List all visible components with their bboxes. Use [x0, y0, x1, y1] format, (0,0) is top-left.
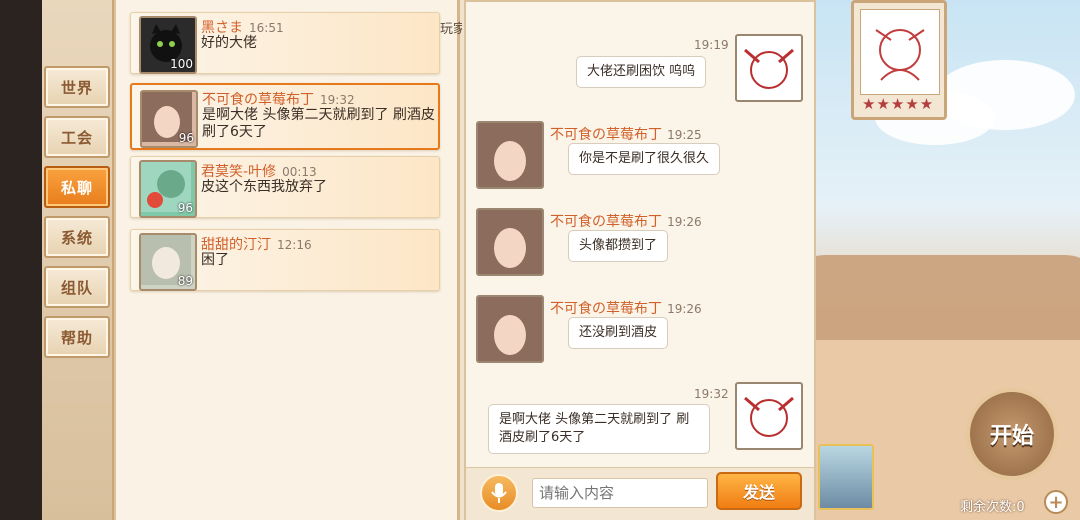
message-time: 19:32 — [694, 387, 729, 401]
sender-name: 不可食の草莓布丁 — [550, 127, 662, 143]
self-avatar — [735, 34, 803, 102]
contact-item[interactable]: 89 甜甜的汀汀 12:16 困了 — [130, 229, 440, 291]
tab-system[interactable]: 系统 — [44, 216, 110, 258]
contact-avatar: 100 — [139, 16, 197, 74]
contact-last-message: 是啊大佬 头像第二天就刷到了 刷酒皮刷了6天了 — [202, 107, 435, 140]
message-bubble: 你是不是刷了很久很久 — [568, 143, 721, 175]
contact-level: 89 — [177, 274, 193, 288]
send-button[interactable]: 发送 — [716, 472, 802, 510]
contact-name: 不可食の草莓布丁 — [202, 92, 314, 108]
contact-name: 君莫笑-叶修 — [201, 164, 277, 180]
contact-time: 00:13 — [282, 165, 317, 179]
add-count-button[interactable]: + — [1044, 490, 1068, 514]
sender-avatar — [476, 121, 544, 189]
tab-guild[interactable]: 工会 — [44, 116, 110, 158]
hero-portrait[interactable] — [818, 444, 874, 510]
behind-label: 玩家 — [440, 22, 462, 37]
contact-last-message: 困了 — [201, 252, 229, 268]
message-bubble: 大佬还刷困饮 呜呜 — [576, 56, 707, 88]
sender-avatar — [476, 295, 544, 363]
self-avatar — [735, 382, 803, 450]
tab-private-chat[interactable]: 私聊 — [44, 166, 110, 208]
contact-avatar: 96 — [139, 160, 197, 218]
contact-item[interactable]: 96 君莫笑-叶修 00:13 皮这个东西我放弃了 — [130, 156, 440, 218]
start-button[interactable]: 开始 — [966, 388, 1058, 480]
sender-name: 不可食の草莓布丁 — [550, 301, 662, 317]
message-time: 19:19 — [694, 38, 729, 52]
hero-sketch-image — [875, 29, 925, 81]
contact-time: 12:16 — [277, 238, 312, 252]
contact-last-message: 皮这个东西我放弃了 — [201, 179, 327, 195]
rarity-stars: ★★★★★ — [862, 95, 935, 113]
contact-item[interactable]: 100 黑さま 16:51 好的大佬 — [130, 12, 440, 74]
contact-name: 甜甜的汀汀 — [201, 237, 271, 253]
contact-time: 19:32 — [320, 93, 355, 107]
contact-item-selected[interactable]: 96 不可食の草莓布丁 19:32 是啊大佬 头像第二天就刷到了 刷酒皮刷了6天了 — [130, 83, 440, 150]
tab-help[interactable]: 帮助 — [44, 316, 110, 358]
contact-time: 16:51 — [249, 21, 284, 35]
contact-name: 黑さま — [201, 20, 243, 36]
tab-world[interactable]: 世界 — [44, 66, 110, 108]
message-time: 19:26 — [667, 215, 702, 229]
hero-card[interactable]: ★★★★★ — [851, 0, 947, 120]
channel-tabs: 世界 工会 私聊 系统 组队 帮助 — [42, 0, 114, 520]
contact-level: 96 — [177, 201, 193, 215]
contact-avatar: 89 — [139, 233, 197, 291]
remaining-count: 剩余次数:0 — [960, 500, 1025, 515]
contact-avatar: 96 — [140, 90, 198, 148]
message-time: 19:25 — [667, 128, 702, 142]
message-bubble: 是啊大佬 头像第二天就刷到了 刷酒皮刷了6天了 — [488, 404, 710, 454]
tab-team[interactable]: 组队 — [44, 266, 110, 308]
message-bubble: 头像都攒到了 — [568, 230, 669, 262]
screen-edge — [0, 0, 42, 520]
sender-avatar — [476, 208, 544, 276]
contact-level: 100 — [170, 57, 193, 71]
message-time: 19:26 — [667, 302, 702, 316]
message-input[interactable] — [532, 478, 708, 508]
contact-last-message: 好的大佬 — [201, 35, 257, 51]
contact-level: 96 — [178, 131, 194, 145]
microphone-icon[interactable] — [480, 474, 518, 512]
message-bubble: 还没刷到酒皮 — [568, 317, 669, 349]
sender-name: 不可食の草莓布丁 — [550, 214, 662, 230]
